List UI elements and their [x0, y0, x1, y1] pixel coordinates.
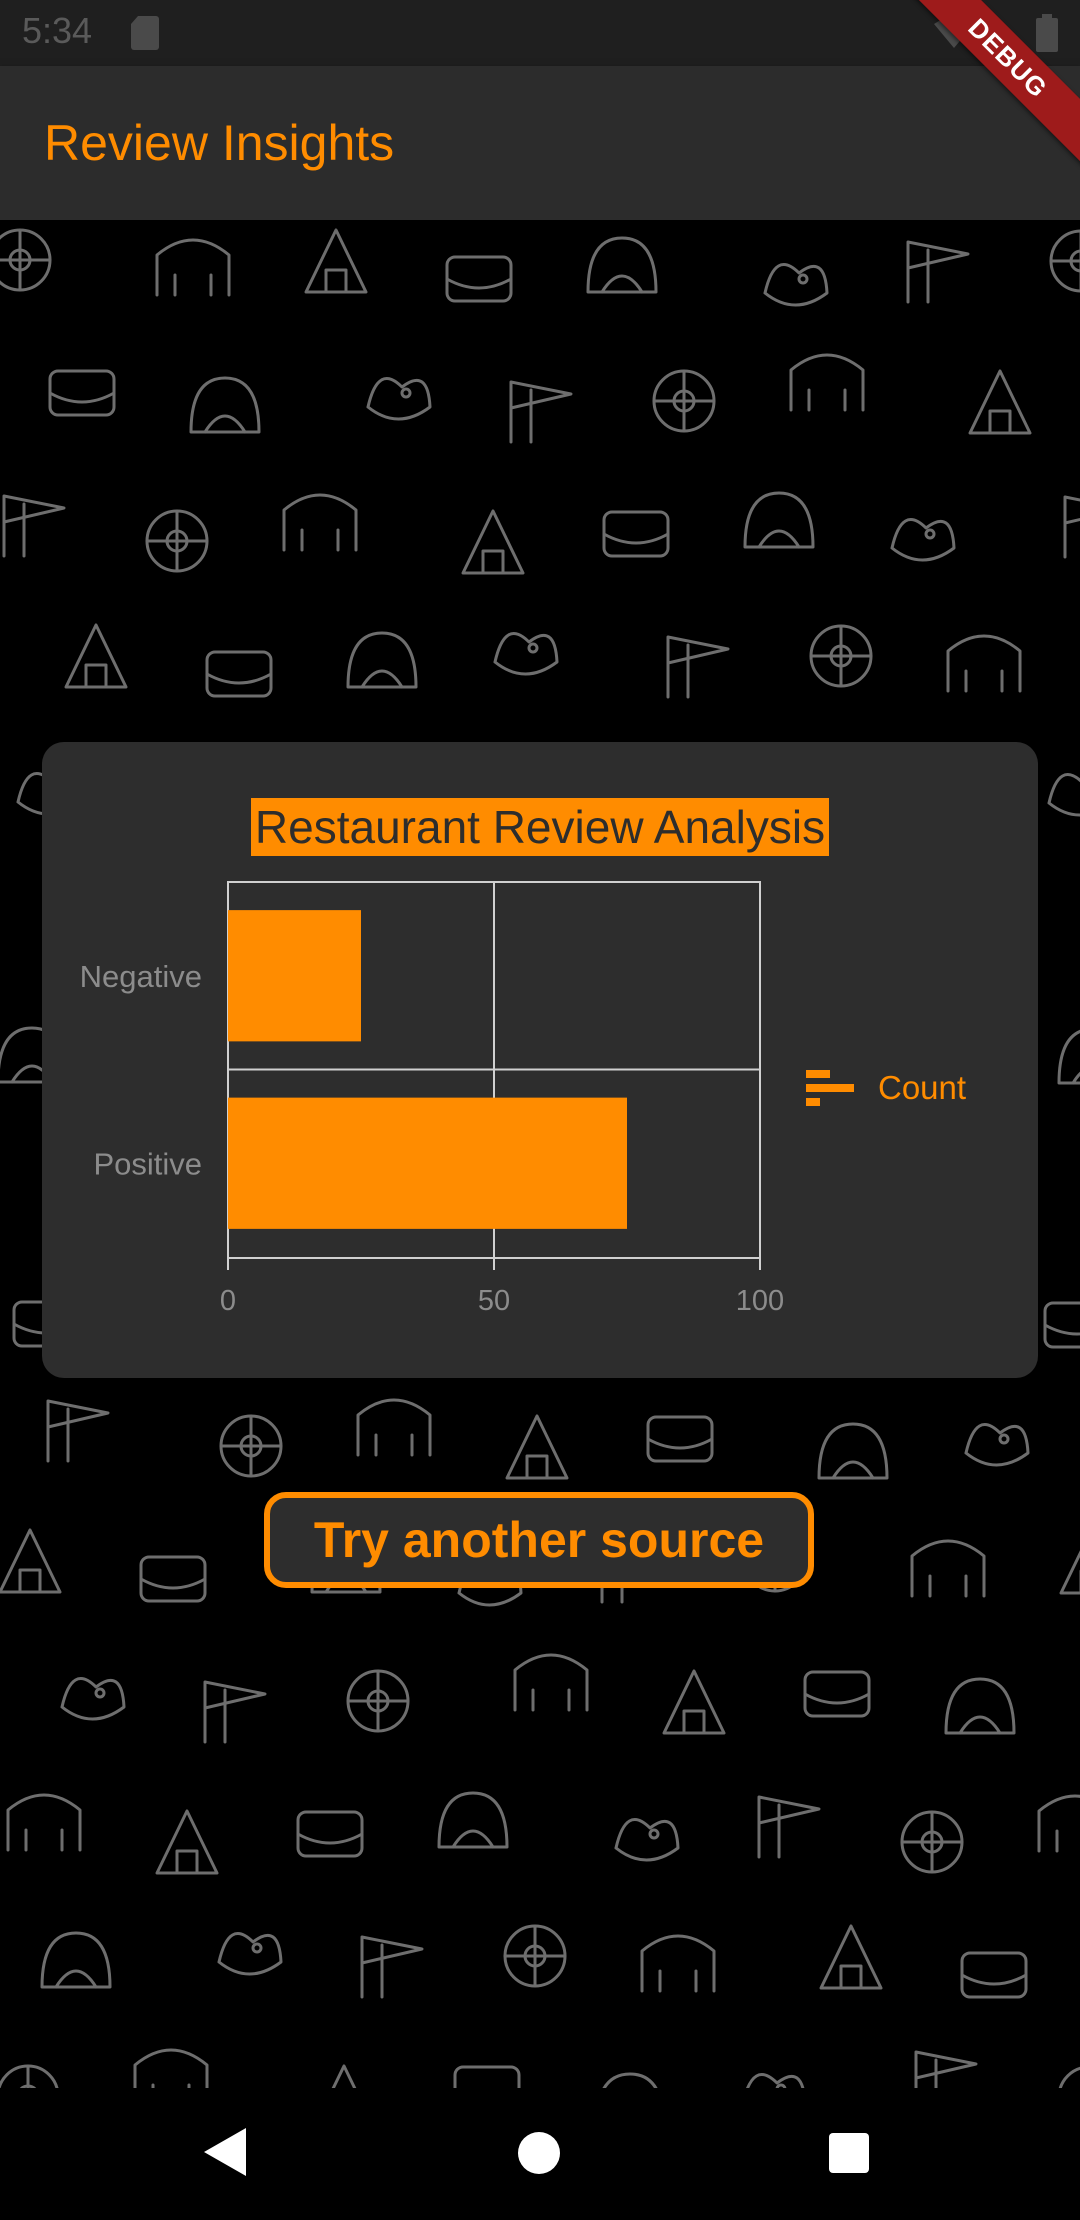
sd-card-icon	[131, 16, 159, 50]
nav-bar	[0, 2088, 1080, 2220]
battery-icon	[1036, 14, 1058, 52]
wifi-icon	[934, 17, 974, 48]
try-another-source-button[interactable]: Try another source	[264, 1492, 814, 1588]
chart-legend[interactable]: Count	[806, 1066, 966, 1110]
recents-icon[interactable]	[829, 2133, 869, 2173]
bar-positive[interactable]	[228, 1097, 627, 1229]
bar-chart: 0 50 100 Negative Positive	[80, 881, 784, 1317]
status-bar: 5:34	[0, 0, 1080, 66]
legend-label: Count	[878, 1069, 967, 1106]
bar-chart-icon	[806, 1070, 854, 1106]
back-icon[interactable]	[204, 2128, 246, 2176]
x-tick-label: 100	[736, 1285, 784, 1317]
category-label: Negative	[80, 959, 202, 994]
app-bar: Review Insights	[0, 66, 1080, 220]
status-time: 5:34	[22, 10, 93, 51]
home-icon[interactable]	[518, 2132, 560, 2174]
x-tick-label: 50	[478, 1285, 510, 1317]
chart-card: Restaurant Review Analysis 0 50 100 Negativ…	[42, 742, 1038, 1378]
x-tick-label: 0	[220, 1285, 236, 1317]
category-label: Positive	[93, 1146, 202, 1181]
app-title: Review Insights	[44, 115, 395, 171]
screen: 5:34 DEBUG Review Insights Restaurant Re…	[0, 0, 1080, 2220]
bar-negative[interactable]	[228, 910, 361, 1042]
